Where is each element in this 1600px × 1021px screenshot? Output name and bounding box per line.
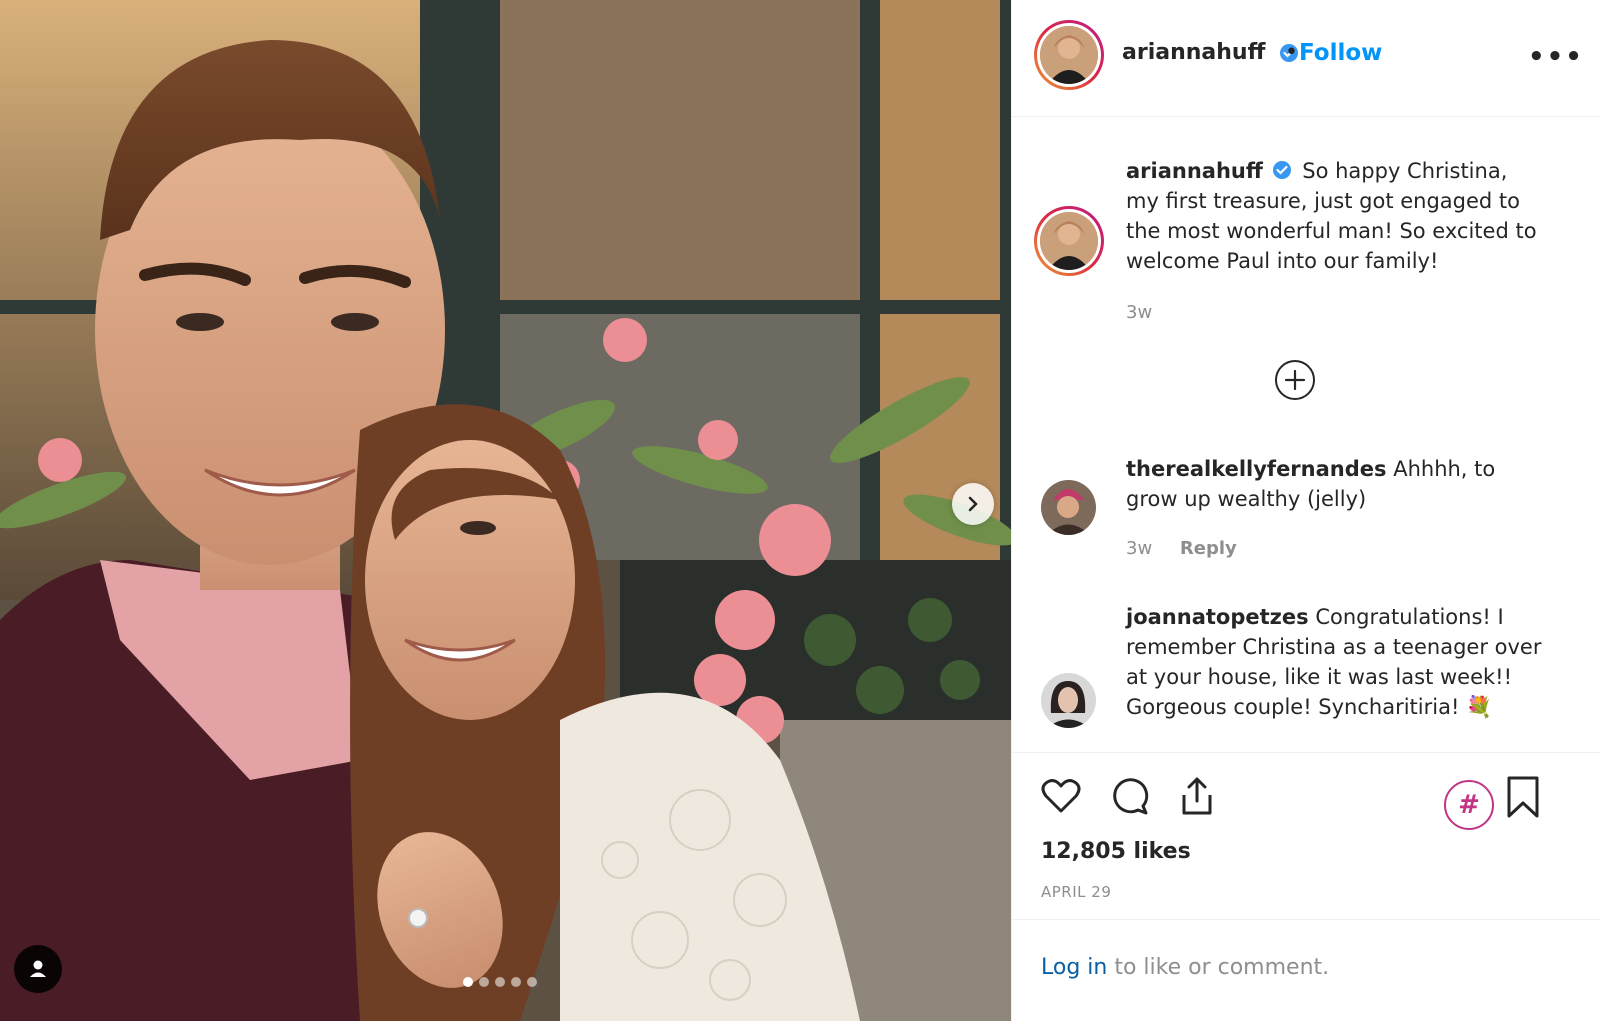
verified-badge-icon [1272,161,1291,179]
carousel-dot [479,977,489,987]
avatar-image [1040,26,1098,84]
caption-time[interactable]: 3w [1126,302,1152,323]
carousel-dot [463,977,473,987]
avatar-image [1041,673,1096,728]
commenter-avatar[interactable] [1041,673,1096,728]
likes-count[interactable]: 12,805 likes [1041,839,1191,864]
login-prompt-text: to like or comment. [1107,955,1330,980]
comment-text: therealkellyfernandes Ahhhh, to grow up … [1126,454,1546,514]
caption-meta: 3w [1126,302,1174,323]
comment-username[interactable]: therealkellyfernandes [1126,457,1387,481]
tagged-users-button[interactable] [14,945,62,993]
post-date[interactable]: APRIL 29 [1041,883,1111,901]
carousel-dot [511,977,521,987]
comments-list[interactable]: ariannahuff So happy Christina, my first… [1012,118,1600,750]
author-avatar[interactable] [1034,20,1104,90]
follow-button[interactable]: Follow [1299,40,1382,66]
caption-text: ariannahuff So happy Christina, my first… [1126,156,1546,276]
carousel-indicator [463,977,537,987]
separator-dot: • [1285,40,1298,65]
more-options-button[interactable]: ••• [1528,42,1584,72]
carousel-dot [495,977,505,987]
comment-meta: 3w Reply [1126,538,1259,559]
comment-time[interactable]: 3w [1126,538,1152,559]
login-prompt: Log in to like or comment. [1041,955,1329,980]
bookmark-icon[interactable] [1504,775,1542,819]
bouquet-emoji: 💐 [1466,695,1493,719]
avatar-image [1040,212,1098,270]
avatar-image [1041,480,1096,535]
carousel-dot [527,977,537,987]
post-side-panel: ariannahuff • Follow ••• ariannahuff So … [1011,0,1600,1021]
plus-icon [1284,369,1306,391]
hashtag-icon[interactable]: # [1444,780,1494,830]
author-username[interactable]: ariannahuff [1122,40,1299,65]
chevron-right-icon [968,496,978,512]
post-header: ariannahuff • Follow ••• [1012,0,1600,117]
post-actions: # 12,805 likes APRIL 29 [1012,752,1600,920]
comment-username[interactable]: joannatopetzes [1126,605,1309,629]
username-text[interactable]: ariannahuff [1122,40,1265,65]
post-image [0,0,1011,1021]
load-more-comments-button[interactable] [1275,360,1315,400]
comment-icon[interactable] [1108,775,1150,817]
share-icon[interactable] [1176,775,1218,817]
post-photo[interactable] [0,0,1011,1021]
comment-text: joannatopetzes Congratulations! I rememb… [1126,602,1546,722]
user-icon [30,960,46,977]
caption-username[interactable]: ariannahuff [1126,159,1263,183]
caption-avatar[interactable] [1034,206,1104,276]
reply-button[interactable]: Reply [1180,538,1237,559]
commenter-avatar[interactable] [1041,480,1096,535]
heart-icon[interactable] [1040,775,1082,817]
login-link[interactable]: Log in [1041,955,1107,980]
next-photo-button[interactable] [952,483,994,525]
